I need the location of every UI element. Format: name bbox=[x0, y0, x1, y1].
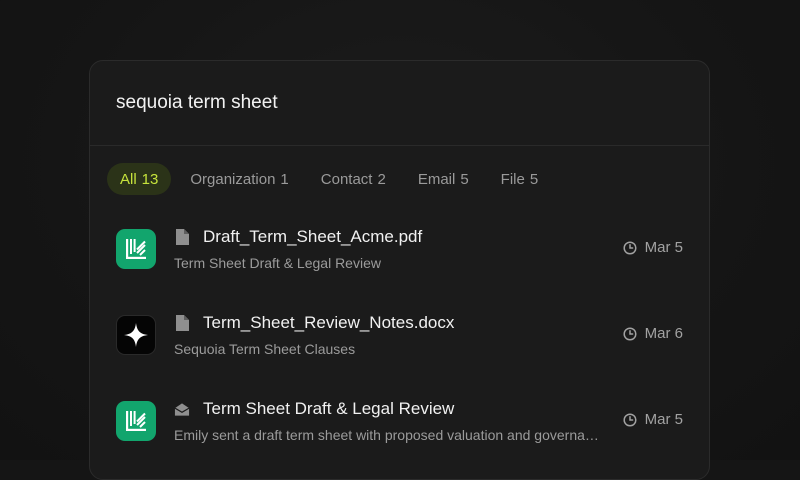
search-bar bbox=[90, 61, 709, 146]
search-input[interactable] bbox=[116, 92, 676, 114]
result-row[interactable]: Draft_Term_Sheet_Acme.pdf Term Sheet Dra… bbox=[90, 205, 709, 291]
filter-tab-count: 13 bbox=[141, 170, 159, 188]
clock-icon bbox=[623, 326, 637, 341]
result-date-label: Mar 6 bbox=[644, 325, 683, 342]
result-row[interactable]: Term Sheet Draft & Legal Review Emily se… bbox=[90, 377, 709, 463]
clock-icon bbox=[623, 240, 637, 255]
sparkle-black-app-icon bbox=[116, 315, 156, 355]
result-title-line: Draft_Term_Sheet_Acme.pdf bbox=[174, 227, 422, 247]
filter-tab-count: 5 bbox=[529, 170, 539, 188]
result-subtitle: Emily sent a draft term sheet with propo… bbox=[174, 427, 604, 443]
file-icon bbox=[174, 315, 190, 331]
ledger-green-app-icon bbox=[116, 401, 156, 441]
result-date: Mar 5 bbox=[623, 239, 683, 256]
filter-tabs: All 13 Organization 1 Contact 2 Email 5 … bbox=[90, 163, 709, 195]
result-title: Term_Sheet_Review_Notes.docx bbox=[203, 313, 455, 332]
filter-tab-label: Organization bbox=[190, 170, 276, 188]
result-date: Mar 6 bbox=[623, 325, 683, 342]
filter-tab-count: 2 bbox=[377, 170, 386, 188]
filter-tab-all[interactable]: All 13 bbox=[107, 163, 172, 195]
file-icon bbox=[174, 229, 190, 245]
filter-tab-count: 5 bbox=[460, 170, 469, 188]
mail-icon bbox=[174, 401, 190, 417]
results-list: Draft_Term_Sheet_Acme.pdf Term Sheet Dra… bbox=[90, 205, 709, 463]
result-title: Draft_Term_Sheet_Acme.pdf bbox=[203, 227, 423, 246]
filter-tab-file[interactable]: File 5 bbox=[488, 163, 552, 195]
result-subtitle: Term Sheet Draft & Legal Review bbox=[174, 255, 381, 271]
result-title-line: Term_Sheet_Review_Notes.docx bbox=[174, 313, 454, 333]
filter-tab-organization[interactable]: Organization 1 bbox=[177, 163, 301, 195]
filter-tab-label: Contact bbox=[320, 170, 373, 188]
result-date: Mar 5 bbox=[623, 411, 683, 428]
result-title-line: Term Sheet Draft & Legal Review bbox=[174, 399, 454, 419]
filter-tab-contact[interactable]: Contact 2 bbox=[308, 163, 399, 195]
result-row[interactable]: Term_Sheet_Review_Notes.docx Sequoia Ter… bbox=[90, 291, 709, 377]
filter-tab-label: Email bbox=[417, 170, 456, 188]
filter-tab-label: File bbox=[500, 170, 525, 188]
result-date-label: Mar 5 bbox=[644, 239, 683, 256]
filter-tab-email[interactable]: Email 5 bbox=[405, 163, 482, 195]
ledger-green-app-icon bbox=[116, 229, 156, 269]
filter-tab-count: 1 bbox=[280, 170, 289, 188]
result-subtitle: Sequoia Term Sheet Clauses bbox=[174, 341, 356, 357]
result-title: Term Sheet Draft & Legal Review bbox=[203, 399, 455, 418]
search-panel: All 13 Organization 1 Contact 2 Email 5 … bbox=[89, 60, 710, 480]
clock-icon bbox=[623, 412, 637, 427]
result-date-label: Mar 5 bbox=[644, 411, 683, 428]
filter-tab-label: All bbox=[120, 170, 137, 188]
